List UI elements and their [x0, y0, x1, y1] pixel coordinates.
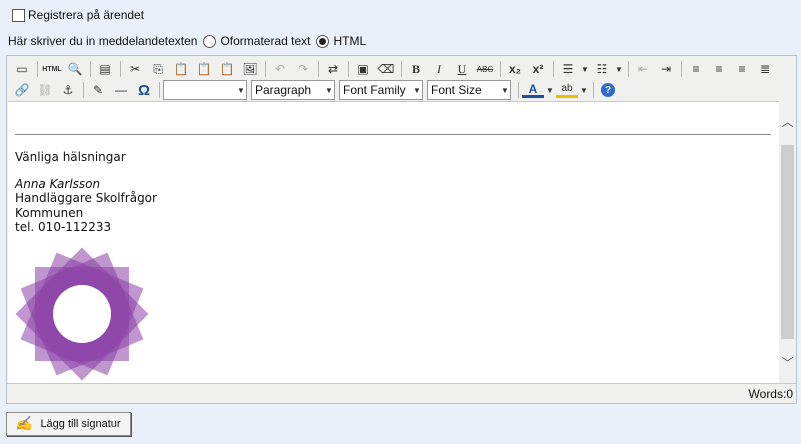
chevron-down-icon[interactable]: ﹀ — [779, 354, 796, 371]
copy-icon[interactable]: ⎘ — [147, 59, 169, 79]
strikethrough-button[interactable]: ABC — [474, 59, 496, 79]
html-source-icon[interactable]: HTML — [41, 59, 63, 79]
chevron-down-icon[interactable]: ▼ — [579, 80, 589, 100]
register-row: Registrera på ärendet — [12, 8, 144, 22]
find-replace-icon[interactable]: ⇄ — [322, 59, 344, 79]
redo-icon[interactable]: ↷ — [292, 59, 314, 79]
editor-scrollbar[interactable]: ︿ ﹀ — [779, 101, 796, 383]
register-label[interactable]: Registrera på ärendet — [28, 8, 144, 22]
numbered-list-icon[interactable]: ☷ — [591, 59, 613, 79]
toolbar-row-2: 🔗 ⛓ ⚓ ✎ — Ω ▼ Paragraph ▼ Font Family ▼ Fo… — [7, 79, 620, 101]
indent-icon[interactable]: ⇥ — [655, 59, 677, 79]
paste-icon[interactable]: 📋 — [170, 59, 192, 79]
edit-icon[interactable]: ✎ — [87, 80, 109, 100]
toolbar-separator — [265, 61, 266, 77]
paste-word-icon[interactable]: 📋 — [216, 59, 238, 79]
fullscreen-icon[interactable]: ▭ — [11, 59, 33, 79]
horizontal-rule — [15, 134, 771, 135]
plain-text-radio[interactable] — [203, 34, 217, 48]
text-color-button[interactable]: A — [522, 82, 544, 98]
toolbar-separator — [628, 61, 629, 77]
toolbar-separator — [159, 82, 160, 98]
chevron-down-icon[interactable]: ▼ — [545, 80, 555, 100]
status-bar: Words:0 — [7, 383, 796, 403]
font-family-select[interactable]: Font Family ▼ — [339, 80, 423, 100]
link-icon[interactable]: 🔗 — [11, 80, 33, 100]
format-select-value: Paragraph — [255, 83, 312, 97]
format-row: Här skriver du in meddelandetexten Oform… — [8, 34, 366, 48]
outdent-icon[interactable]: ⇤ — [632, 59, 654, 79]
preview-icon[interactable]: 🔍 — [64, 59, 86, 79]
align-right-icon[interactable]: ≡ — [731, 59, 753, 79]
special-char-button[interactable]: Ω — [133, 80, 155, 100]
help-icon[interactable]: ? — [597, 80, 619, 100]
toolbar-separator — [90, 61, 91, 77]
toolbar-separator — [348, 61, 349, 77]
html-label[interactable]: HTML — [333, 34, 366, 48]
toolbar-separator — [593, 82, 594, 98]
underline-button[interactable]: U — [451, 59, 473, 79]
toolbar-separator — [37, 61, 38, 77]
editor-content[interactable]: Vänliga hälsningar Anna Karlsson Handläg… — [8, 101, 779, 383]
chevron-down-icon: ▼ — [501, 85, 509, 95]
signature-block: Vänliga hälsningar Anna Karlsson Handläg… — [15, 150, 157, 235]
add-signature-button[interactable]: ✍ Lägg till signatur — [6, 412, 131, 436]
undo-icon[interactable]: ↶ — [269, 59, 291, 79]
signature-phone: tel. 010-112233 — [15, 220, 112, 234]
toolbar-separator — [553, 61, 554, 77]
format-select[interactable]: Paragraph ▼ — [251, 80, 335, 100]
signature-org: Kommunen — [15, 205, 84, 220]
highlight-button[interactable]: ab — [556, 82, 578, 98]
template-icon[interactable]: ▤ — [94, 59, 116, 79]
align-justify-icon[interactable]: ≣ — [754, 59, 776, 79]
toolbar-separator — [681, 61, 682, 77]
bold-button[interactable]: B — [405, 59, 427, 79]
align-left-icon[interactable]: ≡ — [685, 59, 707, 79]
rich-text-editor: ▭ HTML 🔍 ▤ ✂ ⎘ 📋 📋 📋 🖼 ↶ ↷ ⇄ ▣ ⌫ B I U A… — [6, 55, 797, 404]
toolbar-separator — [318, 61, 319, 77]
style-select[interactable]: ▼ — [163, 80, 247, 100]
html-radio[interactable] — [316, 34, 330, 48]
font-family-value: Font Family — [343, 83, 406, 97]
select-all-icon[interactable]: ▣ — [352, 59, 374, 79]
anchor-icon[interactable]: ⚓ — [57, 80, 79, 100]
add-signature-label: Lägg till signatur — [40, 418, 121, 430]
signature-title: Handläggare Skolfrågor — [15, 191, 157, 205]
chevron-down-icon: ▼ — [413, 85, 421, 95]
toolbar-row-1: ▭ HTML 🔍 ▤ ✂ ⎘ 📋 📋 📋 🖼 ↶ ↷ ⇄ ▣ ⌫ B I U A… — [7, 58, 777, 80]
format-prompt: Här skriver du in meddelandetexten — [8, 34, 198, 48]
insert-image-icon[interactable]: 🖼 — [239, 59, 261, 79]
chevron-down-icon: ▼ — [237, 85, 245, 95]
logo-star — [15, 247, 149, 381]
chevron-down-icon[interactable]: ▼ — [580, 59, 590, 79]
signature-pen-icon: ✍ — [15, 416, 33, 432]
font-size-value: Font Size — [431, 83, 482, 97]
font-size-select[interactable]: Font Size ▼ — [427, 80, 511, 100]
chevron-up-icon[interactable]: ︿ — [779, 113, 796, 130]
chevron-down-icon[interactable]: ▼ — [614, 59, 624, 79]
register-checkbox[interactable] — [12, 8, 25, 22]
toolbar-separator — [401, 61, 402, 77]
paste-text-icon[interactable]: 📋 — [193, 59, 215, 79]
plain-text-label[interactable]: Oformaterad text — [220, 34, 310, 48]
toolbar-separator — [120, 61, 121, 77]
superscript-button[interactable]: x² — [527, 59, 549, 79]
toolbar-separator — [83, 82, 84, 98]
word-count: Words:0 — [748, 386, 793, 401]
bullet-list-icon[interactable]: ☰ — [557, 59, 579, 79]
eraser-icon[interactable]: ⌫ — [375, 59, 397, 79]
signature-name: Anna Karlsson — [15, 176, 101, 191]
subscript-button[interactable]: x₂ — [504, 59, 526, 79]
cut-icon[interactable]: ✂ — [124, 59, 146, 79]
italic-button[interactable]: I — [428, 59, 450, 79]
toolbar-separator — [518, 82, 519, 98]
unlink-icon[interactable]: ⛓ — [34, 80, 56, 100]
signature-greeting: Vänliga hälsningar — [15, 150, 126, 164]
align-center-icon[interactable]: ≡ — [708, 59, 730, 79]
horizontal-rule-icon[interactable]: — — [110, 80, 132, 100]
help-icon-glyph: ? — [601, 83, 615, 97]
scrollbar-thumb[interactable] — [781, 145, 794, 339]
toolbar-separator — [500, 61, 501, 77]
chevron-down-icon: ▼ — [325, 85, 333, 95]
